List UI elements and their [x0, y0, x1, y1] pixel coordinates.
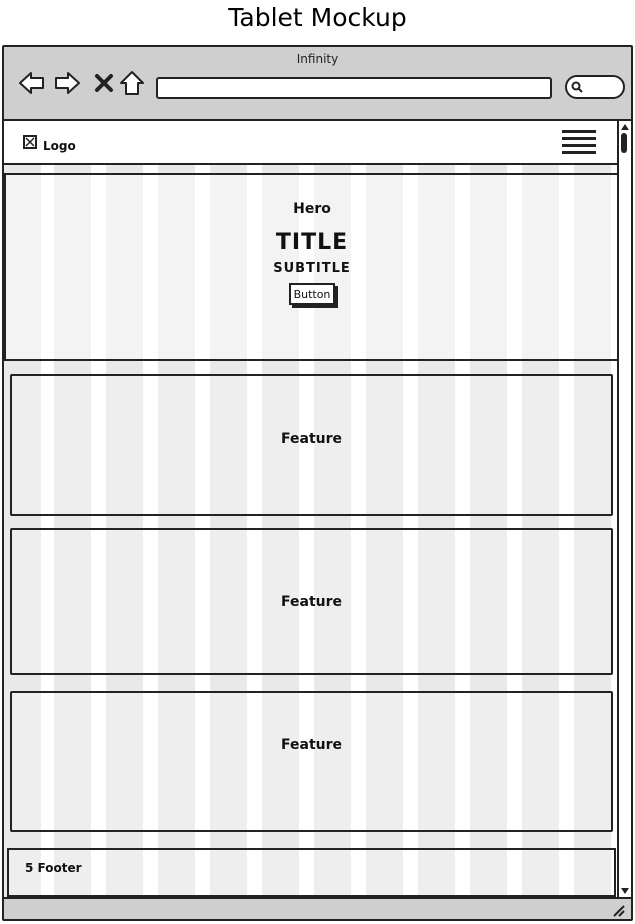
browser-toolbar: Infinity	[4, 47, 631, 121]
hero-subtitle: SUBTITLE	[273, 261, 351, 276]
feature-section-1: Feature	[10, 374, 613, 516]
resize-grip-icon[interactable]	[611, 903, 625, 917]
site-footer: 5 Footer	[7, 848, 616, 897]
hero-title: TITLE	[275, 230, 349, 255]
stop-icon[interactable]	[90, 69, 118, 97]
logo-placeholder-icon[interactable]	[23, 135, 37, 149]
home-icon[interactable]	[118, 69, 146, 97]
scroll-down-arrow-icon[interactable]	[620, 887, 630, 895]
page-viewport: Logo Hero TITLE SUBTITLE Button Feature …	[4, 121, 617, 897]
hamburger-menu-icon[interactable]	[562, 130, 596, 156]
hero-button[interactable]: Button	[289, 283, 335, 305]
address-bar[interactable]	[156, 77, 552, 99]
mockup-title: Tablet Mockup	[228, 3, 407, 32]
vertical-scrollbar[interactable]	[617, 121, 631, 897]
forward-arrow-icon[interactable]	[53, 69, 81, 97]
window-title: Infinity	[296, 52, 339, 66]
feature-section-2: Feature	[10, 528, 613, 675]
footer-label: 5 Footer	[25, 861, 82, 875]
feature-label: Feature	[281, 737, 342, 753]
feature-label: Feature	[281, 431, 342, 447]
page: Tablet Mockup Infinity Logo Hero TITLE S…	[0, 0, 635, 924]
hero-label: Hero	[293, 201, 331, 217]
feature-section-3: Feature	[10, 691, 613, 832]
search-field[interactable]	[565, 75, 625, 99]
logo-label[interactable]: Logo	[43, 139, 76, 153]
browser-statusbar	[4, 897, 631, 919]
hero-section: Hero TITLE SUBTITLE Button	[4, 173, 617, 361]
scroll-up-arrow-icon[interactable]	[620, 123, 630, 131]
back-arrow-icon[interactable]	[18, 69, 46, 97]
scroll-thumb[interactable]	[621, 133, 627, 153]
browser-window: Infinity Logo Hero TITLE SUBTITLE Button…	[2, 45, 633, 921]
feature-label: Feature	[281, 594, 342, 610]
search-icon	[571, 81, 583, 93]
site-navbar: Logo	[4, 121, 617, 165]
